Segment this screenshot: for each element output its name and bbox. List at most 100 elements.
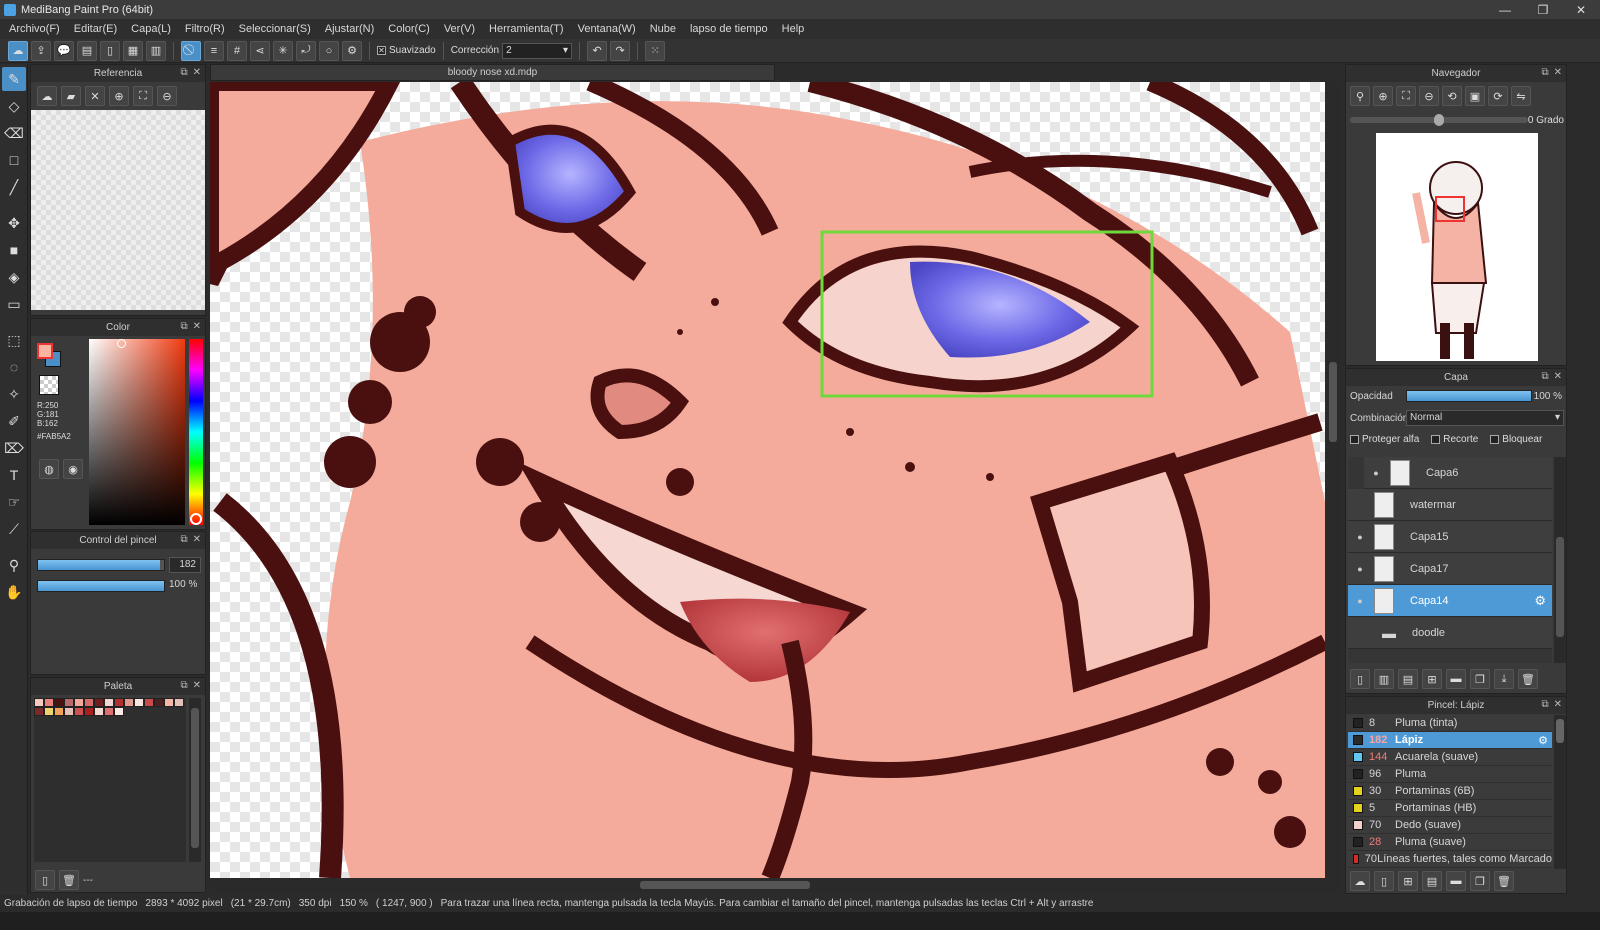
palette-swatch[interactable] xyxy=(64,698,74,707)
palette-swatch[interactable] xyxy=(124,698,134,707)
palette-swatch[interactable] xyxy=(94,698,104,707)
fit-icon[interactable]: ⛶ xyxy=(133,86,153,106)
speech-bubble-icon[interactable]: 💬 xyxy=(54,40,74,61)
blend-mode-select[interactable]: Normal ▾ xyxy=(1406,410,1564,426)
float-icon[interactable]: ⧉ xyxy=(1541,371,1548,382)
eye-icon[interactable]: ● xyxy=(1368,468,1384,478)
folder-icon[interactable]: ▬ xyxy=(1446,669,1466,689)
comment-icon[interactable]: ▤ xyxy=(77,40,97,61)
brush-item-lapiz[interactable]: 182 Lápiz ⚙ xyxy=(1348,732,1552,749)
menu-help[interactable]: Help xyxy=(775,23,812,35)
brush-item-pluma-suave[interactable]: 28 Pluma (suave) xyxy=(1348,834,1552,851)
new-1bit-layer-icon[interactable]: ▤ xyxy=(1398,669,1418,689)
add-brush-menu-icon[interactable]: ⊞ xyxy=(1398,871,1418,891)
float-icon[interactable]: ⧉ xyxy=(180,321,187,332)
float-icon[interactable]: ⧉ xyxy=(1541,699,1548,710)
merge-down-icon[interactable]: ⤓ xyxy=(1494,669,1514,689)
menu-seleccionar[interactable]: Seleccionar(S) xyxy=(232,23,318,35)
snap-curve-icon[interactable]: ⤾ xyxy=(296,40,316,61)
divide-tool-icon[interactable]: ⟋ xyxy=(2,517,26,541)
fit-icon[interactable]: ⛶ xyxy=(1396,86,1416,106)
eye-icon[interactable]: ● xyxy=(1352,596,1368,606)
close-icon[interactable]: ✕ xyxy=(1554,67,1562,78)
palette-swatch[interactable] xyxy=(44,698,54,707)
magic-wand-icon[interactable]: ✧ xyxy=(2,382,26,406)
delete-icon[interactable]: 🗑 xyxy=(1494,871,1514,891)
deselect-icon[interactable]: ⁙ xyxy=(645,40,666,61)
select-eraser-icon[interactable]: ⌦ xyxy=(2,436,26,460)
palette-swatch[interactable] xyxy=(114,707,124,716)
zoom-in-icon[interactable]: ⊕ xyxy=(1373,86,1393,106)
brush-opacity-slider[interactable] xyxy=(37,580,165,592)
add-layer-menu-icon[interactable]: ⊞ xyxy=(1422,669,1442,689)
brush-item-pluma[interactable]: 96 Pluma xyxy=(1348,766,1552,783)
drawing-canvas[interactable] xyxy=(210,82,1325,878)
brush-item-portaminas-6b[interactable]: 30 Portaminas (6B) xyxy=(1348,783,1552,800)
brush-item-lineas-fuertes[interactable]: 70 Líneas fuertes, tales como Marcado xyxy=(1348,851,1552,868)
brush-scrollbar[interactable] xyxy=(1554,715,1566,869)
palette-swatch[interactable] xyxy=(144,698,154,707)
page-icon[interactable]: ▯ xyxy=(100,40,120,61)
palette-swatch[interactable] xyxy=(114,698,124,707)
eye-icon[interactable]: ● xyxy=(1352,564,1368,574)
close-icon[interactable]: ✕ xyxy=(193,67,201,78)
snap-settings-icon[interactable]: ⚙ xyxy=(342,40,362,61)
layer-opacity-slider[interactable] xyxy=(1406,390,1532,402)
layer-row-capa6[interactable]: ● Capa6 xyxy=(1364,457,1552,489)
close-icon[interactable]: ✕ xyxy=(193,321,201,332)
hue-handle[interactable] xyxy=(190,513,202,525)
float-icon[interactable]: ⧉ xyxy=(180,680,187,691)
palette-swatch[interactable] xyxy=(44,707,54,716)
brush-size-field[interactable]: 182 xyxy=(169,557,201,573)
float-icon[interactable]: ⧉ xyxy=(180,534,187,545)
palette-swatch[interactable] xyxy=(174,698,184,707)
close-icon[interactable]: ✕ xyxy=(193,534,201,545)
bucket-tool-icon[interactable]: ◈ xyxy=(2,265,26,289)
delete-icon[interactable]: 🗑 xyxy=(59,870,79,890)
menu-ver[interactable]: Ver(V) xyxy=(437,23,482,35)
clipping-checkbox[interactable]: Recorte xyxy=(1431,434,1478,445)
sv-picker-handle[interactable] xyxy=(117,339,126,348)
cloud-icon[interactable]: ☁ xyxy=(8,40,28,61)
lock-checkbox[interactable]: Bloquear xyxy=(1490,434,1542,445)
suavizado-checkbox[interactable]: ✕ Suavizado xyxy=(377,45,436,56)
color-set-icon[interactable]: ◉ xyxy=(63,459,83,479)
duplicate-icon[interactable]: ❐ xyxy=(1470,669,1490,689)
menu-capa[interactable]: Capa(L) xyxy=(124,23,178,35)
line-tool-icon[interactable]: ╱ xyxy=(2,175,26,199)
brush-item-dedo[interactable]: 70 Dedo (suave) xyxy=(1348,817,1552,834)
palette-swatch[interactable] xyxy=(54,707,64,716)
document-tab[interactable]: bloody nose xd.mdp xyxy=(210,64,775,81)
float-icon[interactable]: ⧉ xyxy=(180,67,187,78)
zoom-icon[interactable]: ⚲ xyxy=(1350,86,1370,106)
zoom-out-icon[interactable]: ⊖ xyxy=(1419,86,1439,106)
layer-scrollbar[interactable] xyxy=(1554,457,1566,663)
brush-scroll-thumb[interactable] xyxy=(1556,719,1564,743)
duplicate-icon[interactable]: ❐ xyxy=(1470,871,1490,891)
hand-tool-icon[interactable]: ✋ xyxy=(2,580,26,604)
text-tool-icon[interactable]: T xyxy=(2,463,26,487)
gradient-tool-icon[interactable]: ▭ xyxy=(2,292,26,316)
float-icon[interactable]: ⧉ xyxy=(1541,67,1548,78)
select-rect-icon[interactable]: ⬚ xyxy=(2,328,26,352)
horizontal-scroll-thumb[interactable] xyxy=(640,881,810,889)
menu-nube[interactable]: Nube xyxy=(643,23,683,35)
folder-icon[interactable]: ▬ xyxy=(1446,871,1466,891)
saturation-value-square[interactable] xyxy=(89,339,185,525)
snap-parallel-icon[interactable]: ≡ xyxy=(204,40,224,61)
zoom-out-icon[interactable]: ⊖ xyxy=(157,86,177,106)
folder-icon[interactable]: ▰ xyxy=(61,86,81,106)
canvas-horizontal-scrollbar[interactable] xyxy=(210,878,1340,892)
layout-icon[interactable]: ▥ xyxy=(146,40,166,61)
gear-icon[interactable]: ⚙ xyxy=(1538,734,1548,747)
minimize-button[interactable]: — xyxy=(1486,0,1524,19)
snap-grid-icon[interactable]: # xyxy=(227,40,247,61)
palette-scroll-thumb[interactable] xyxy=(191,708,199,848)
menu-archivo[interactable]: Archivo(F) xyxy=(2,23,67,35)
palette-swatch[interactable] xyxy=(84,707,94,716)
actual-size-icon[interactable]: ▣ xyxy=(1465,86,1485,106)
layer-row-capa14[interactable]: ● Capa14 ⚙ xyxy=(1348,585,1552,617)
palette-swatch[interactable] xyxy=(104,698,114,707)
select-pen-icon[interactable]: ✐ xyxy=(2,409,26,433)
eye-icon[interactable]: ● xyxy=(1352,532,1368,542)
